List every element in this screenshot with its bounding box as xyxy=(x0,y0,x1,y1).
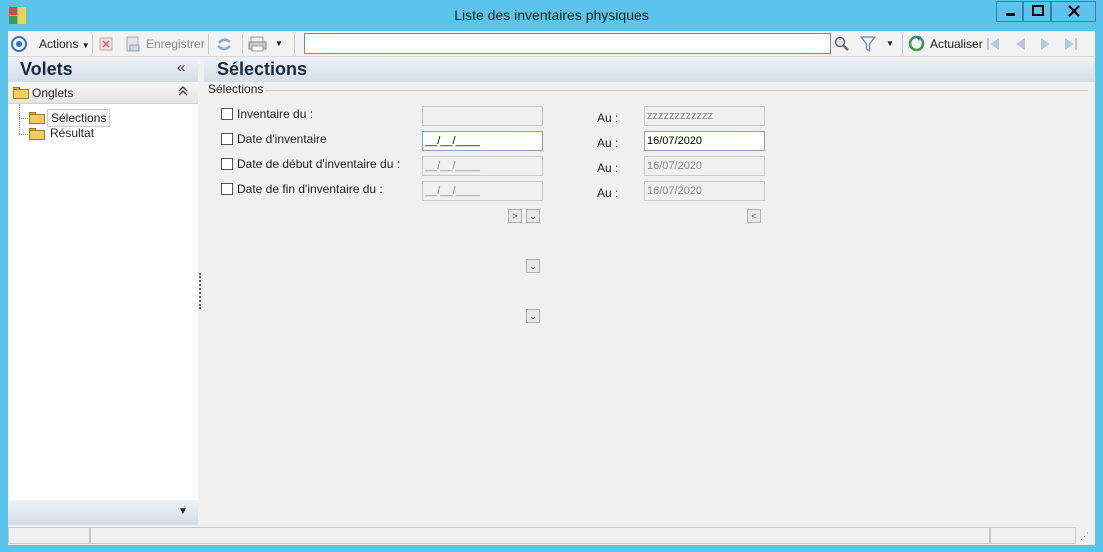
criteria-row: Date d'inventaire __/__/____ > ⌄ Au : 16… xyxy=(204,131,1095,223)
first-icon[interactable] xyxy=(985,36,1001,52)
to-date-field[interactable]: 16/07/2020 xyxy=(644,156,765,176)
tabs-header[interactable]: Onglets xyxy=(8,82,198,104)
row-checkbox[interactable] xyxy=(221,133,233,145)
actions-circle-icon[interactable] xyxy=(10,35,28,53)
window-title: Liste des inventaires physiques xyxy=(454,7,649,23)
title-bar[interactable]: Liste des inventaires physiques xyxy=(0,0,1103,31)
toolbar-separator xyxy=(92,34,93,54)
search-input[interactable] xyxy=(304,33,831,54)
row-checkbox[interactable] xyxy=(221,158,233,170)
row-label: Date d'inventaire xyxy=(237,132,327,146)
close-button[interactable] xyxy=(1051,1,1096,22)
minimize-button[interactable] xyxy=(996,1,1023,22)
from-date-field[interactable]: __/__/____ xyxy=(422,181,543,201)
row-label: Inventaire du : xyxy=(237,107,314,121)
to-label: Au : xyxy=(597,161,619,175)
tree-item-resultat[interactable]: Résultat xyxy=(47,125,97,141)
maximize-icon xyxy=(1032,5,1044,16)
calendar-icon[interactable]: < xyxy=(747,209,761,223)
sync-icon[interactable] xyxy=(215,35,233,53)
toolbar: Actions ▼ Enregistrer ▼ ▼ Actualiser xyxy=(8,31,1095,57)
left-pane-footer: ▼ xyxy=(8,500,198,525)
chevron-down-icon: ▼ xyxy=(81,41,90,50)
save-icon[interactable] xyxy=(125,36,141,52)
dropdown-icon[interactable]: ⌄ xyxy=(526,259,540,273)
status-bar: ⋰ xyxy=(8,525,1095,545)
toolbar-separator xyxy=(902,34,903,54)
folder-icon xyxy=(29,128,45,140)
from-date-value: __/__/____ xyxy=(425,135,481,147)
application-window: Liste des inventaires physiques Actions … xyxy=(0,0,1103,552)
previous-icon[interactable] xyxy=(1012,36,1028,52)
criteria-row: Date de fin d'inventaire du : __/__/____… xyxy=(204,181,1095,323)
criteria-row: Inventaire du : Au : zzzzzzzzzzzz xyxy=(204,106,1095,128)
page-title: Sélections xyxy=(217,59,308,79)
collapse-tabs-icon[interactable] xyxy=(177,84,189,101)
status-panel xyxy=(8,527,90,544)
print-dropdown-icon[interactable]: ▼ xyxy=(275,34,283,54)
left-pane-header: Volets « xyxy=(8,57,198,82)
folder-icon xyxy=(13,87,29,99)
from-field[interactable] xyxy=(422,106,543,126)
main-header: Sélections xyxy=(204,57,1095,82)
dropdown-icon[interactable]: ⌄ xyxy=(526,309,540,323)
from-date-field[interactable]: __/__/____ xyxy=(422,156,543,176)
toolbar-separator xyxy=(242,34,243,54)
criteria-row: Date de début d'inventaire du : __/__/__… xyxy=(204,156,1095,273)
from-date-value: __/__/____ xyxy=(425,160,481,172)
close-icon xyxy=(1068,5,1080,17)
to-date-field[interactable]: 16/07/2020 xyxy=(644,181,765,201)
splitter-handle[interactable] xyxy=(199,273,201,309)
to-date-field[interactable]: 16/07/2020 xyxy=(644,131,765,151)
next-icon[interactable] xyxy=(1038,36,1054,52)
to-label: Au : xyxy=(597,111,619,125)
tree-connector xyxy=(19,118,28,119)
filter-dropdown-icon[interactable]: ▼ xyxy=(886,34,894,54)
last-icon[interactable] xyxy=(1063,36,1079,52)
row-checkbox[interactable] xyxy=(221,183,233,195)
print-icon[interactable] xyxy=(248,35,268,53)
actions-label: Actions xyxy=(39,37,79,51)
row-label: Date de début d'inventaire du : xyxy=(237,157,401,171)
to-label: Au : xyxy=(597,136,619,150)
tree-connector xyxy=(19,134,28,135)
chevron-down-icon[interactable]: ▼ xyxy=(178,506,188,517)
status-panel xyxy=(90,527,990,544)
group-label: Sélections xyxy=(208,82,266,96)
search-icon[interactable] xyxy=(834,36,850,52)
left-pane-title: Volets xyxy=(20,59,73,79)
dropdown-icon[interactable]: ⌄ xyxy=(526,209,540,223)
delete-icon[interactable] xyxy=(99,37,113,51)
row-checkbox[interactable] xyxy=(221,108,233,120)
refresh-button[interactable]: Actualiser xyxy=(930,34,983,54)
status-panel xyxy=(990,527,1076,544)
folder-open-icon xyxy=(29,112,45,124)
filter-icon[interactable] xyxy=(860,36,876,52)
row-label: Date de fin d'inventaire du : xyxy=(237,182,383,196)
client-area: Actions ▼ Enregistrer ▼ ▼ Actualiser Vol… xyxy=(8,31,1095,545)
toolbar-separator xyxy=(294,34,295,54)
save-button[interactable]: Enregistrer xyxy=(146,34,205,54)
main-panel: Sélections Sélections Inventaire du : Au… xyxy=(204,57,1095,525)
toolbar-separator xyxy=(208,34,209,54)
maximize-button[interactable] xyxy=(1023,1,1051,22)
refresh-icon[interactable] xyxy=(908,35,925,52)
to-label: Au : xyxy=(597,186,619,200)
tree-connector xyxy=(19,104,20,134)
collapse-pane-icon[interactable]: « xyxy=(177,59,185,76)
to-date-value: 16/07/2020 xyxy=(647,135,703,147)
calendar-icon[interactable]: > xyxy=(508,209,522,223)
from-date-field[interactable]: __/__/____ xyxy=(422,131,543,151)
group-divider xyxy=(264,90,1088,91)
to-field[interactable]: zzzzzzzzzzzz xyxy=(644,106,765,126)
actions-menu[interactable]: Actions ▼ xyxy=(39,34,90,54)
tabs-label: Onglets xyxy=(32,86,74,100)
from-date-value: __/__/____ xyxy=(425,185,481,197)
left-pane: Volets « Onglets Sélections Résultat ▼ xyxy=(8,57,198,525)
resize-grip-icon[interactable]: ⋰ xyxy=(1080,531,1089,542)
minimize-icon xyxy=(1006,13,1015,16)
